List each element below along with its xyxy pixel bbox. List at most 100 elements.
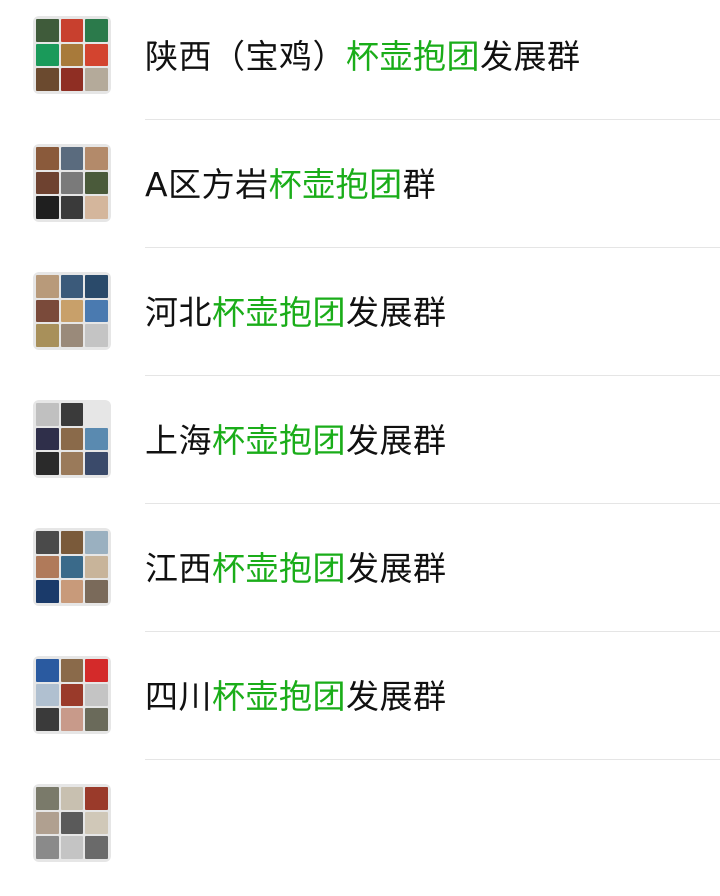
member-avatar-tile (85, 427, 108, 451)
member-avatar-tile (60, 659, 84, 682)
member-avatar-tile (36, 531, 59, 554)
search-match-highlight: 杯壶抱团 (212, 677, 346, 716)
group-list-item[interactable] (0, 768, 720, 896)
member-avatar-tile (36, 68, 59, 91)
group-avatar (33, 144, 111, 222)
member-avatar-tile (85, 68, 108, 91)
member-avatar-tile (60, 171, 84, 195)
member-avatar-tile (85, 324, 108, 347)
group-name-text: A区方岩 (145, 165, 269, 204)
group-list-item[interactable]: 河北杯壶抱团发展群 (0, 256, 720, 384)
row-divider (145, 375, 720, 376)
group-avatar (33, 784, 111, 862)
member-avatar-tile (85, 708, 108, 731)
member-avatar-tile (60, 43, 84, 67)
row-divider (145, 759, 720, 760)
member-avatar-tile (85, 147, 108, 170)
row-divider (145, 631, 720, 632)
member-avatar-tile (36, 275, 59, 298)
member-avatar-tile (85, 555, 108, 579)
group-avatar (33, 528, 111, 606)
group-list-item[interactable]: 江西杯壶抱团发展群 (0, 512, 720, 640)
group-name: 上海杯壶抱团发展群 (145, 419, 447, 463)
group-name-text: 上海 (145, 421, 212, 460)
member-avatar-tile (85, 580, 108, 603)
row-divider (145, 247, 720, 248)
member-avatar-tile (36, 659, 59, 682)
member-avatar-tile (36, 171, 59, 195)
member-avatar-tile (85, 403, 108, 426)
member-avatar-tile (36, 299, 59, 323)
member-avatar-tile (36, 19, 59, 42)
member-avatar-tile (85, 43, 108, 67)
search-match-highlight: 杯壶抱团 (212, 293, 346, 332)
member-avatar-tile (36, 580, 59, 603)
member-avatar-tile (60, 708, 84, 731)
member-avatar-tile (60, 68, 84, 91)
member-avatar-tile (36, 683, 59, 707)
group-list: 陕西（宝鸡）杯壶抱团发展群 A区方岩杯壶抱团群 河北杯壶抱团发展群 上海杯壶抱团发展群… (0, 0, 720, 862)
member-avatar-tile (85, 836, 108, 859)
member-avatar-tile (60, 196, 84, 219)
member-avatar-tile (60, 531, 84, 554)
group-name: 陕西（宝鸡）杯壶抱团发展群 (145, 35, 581, 79)
group-avatar (33, 656, 111, 734)
member-avatar-tile (85, 811, 108, 835)
group-name: 江西杯壶抱团发展群 (145, 547, 447, 591)
member-avatar-tile (85, 19, 108, 42)
member-avatar-tile (60, 787, 84, 810)
member-avatar-tile (60, 683, 84, 707)
member-avatar-tile (36, 452, 59, 475)
search-match-highlight: 杯壶抱团 (212, 549, 346, 588)
member-avatar-tile (85, 299, 108, 323)
member-avatar-tile (60, 427, 84, 451)
group-name-text: 陕西（宝鸡） (145, 37, 346, 76)
group-name-text: 发展群 (346, 293, 447, 332)
group-name-text: 发展群 (346, 549, 447, 588)
group-list-item[interactable]: A区方岩杯壶抱团群 (0, 128, 720, 256)
member-avatar-tile (85, 171, 108, 195)
member-avatar-tile (36, 427, 59, 451)
member-avatar-tile (85, 787, 108, 810)
group-name-text: 发展群 (480, 37, 581, 76)
member-avatar-tile (60, 452, 84, 475)
group-avatar (33, 16, 111, 94)
member-avatar-tile (60, 555, 84, 579)
group-name-text: 四川 (145, 677, 212, 716)
member-avatar-tile (36, 708, 59, 731)
member-avatar-tile (60, 147, 84, 170)
member-avatar-tile (85, 452, 108, 475)
member-avatar-tile (60, 19, 84, 42)
row-divider (145, 119, 720, 120)
member-avatar-tile (60, 836, 84, 859)
member-avatar-tile (60, 403, 84, 426)
group-name: 四川杯壶抱团发展群 (145, 675, 447, 719)
member-avatar-tile (60, 811, 84, 835)
member-avatar-tile (36, 836, 59, 859)
member-avatar-tile (60, 324, 84, 347)
member-avatar-tile (36, 811, 59, 835)
member-avatar-tile (36, 787, 59, 810)
group-name: 河北杯壶抱团发展群 (145, 291, 447, 335)
member-avatar-tile (85, 275, 108, 298)
member-avatar-tile (85, 683, 108, 707)
group-list-item[interactable]: 上海杯壶抱团发展群 (0, 384, 720, 512)
group-name-text: 河北 (145, 293, 212, 332)
member-avatar-tile (36, 147, 59, 170)
member-avatar-tile (36, 43, 59, 67)
member-avatar-tile (60, 580, 84, 603)
member-avatar-tile (36, 403, 59, 426)
member-avatar-tile (60, 275, 84, 298)
group-name-text: 江西 (145, 549, 212, 588)
group-list-item[interactable]: 四川杯壶抱团发展群 (0, 640, 720, 768)
group-avatar (33, 272, 111, 350)
member-avatar-tile (36, 324, 59, 347)
group-avatar (33, 400, 111, 478)
group-list-item[interactable]: 陕西（宝鸡）杯壶抱团发展群 (0, 0, 720, 128)
member-avatar-tile (60, 299, 84, 323)
group-name-text: 发展群 (346, 677, 447, 716)
member-avatar-tile (36, 555, 59, 579)
search-match-highlight: 杯壶抱团 (212, 421, 346, 460)
row-divider (145, 503, 720, 504)
group-name: A区方岩杯壶抱团群 (145, 163, 436, 207)
